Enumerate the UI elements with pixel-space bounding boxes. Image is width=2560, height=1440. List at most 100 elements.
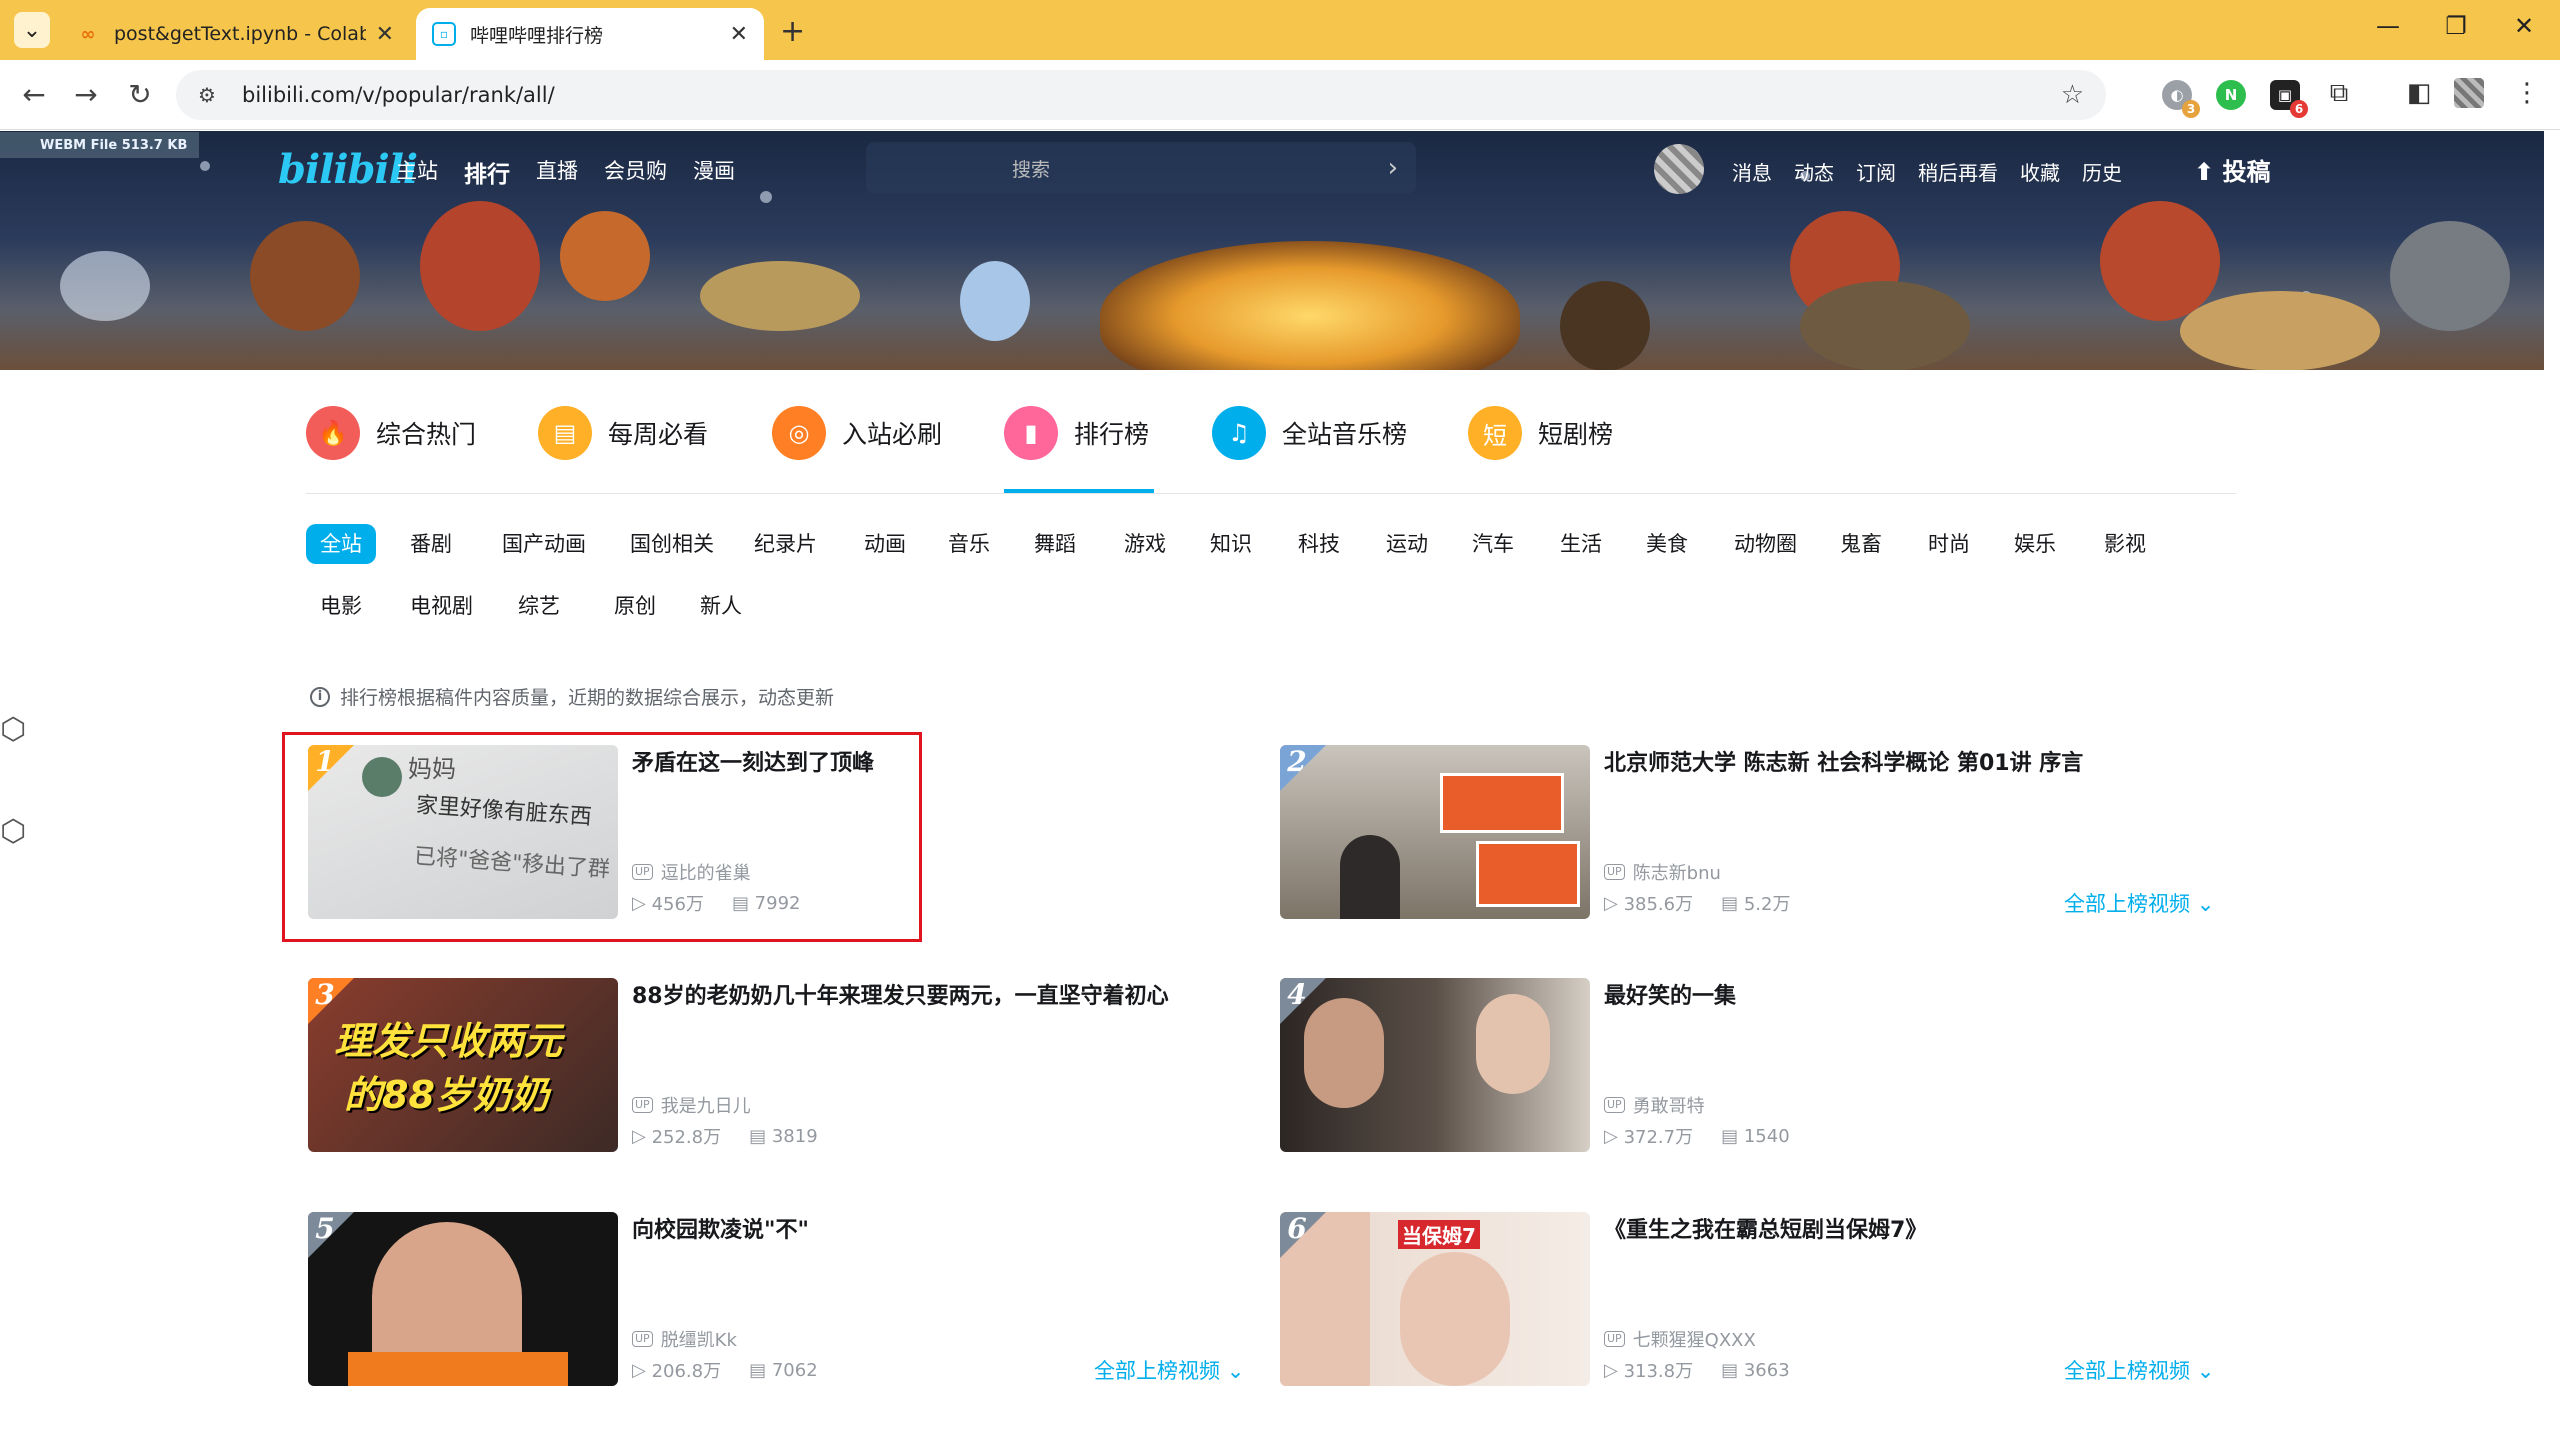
more-videos-link[interactable]: 全部上榜视频 ⌄ bbox=[2064, 1355, 2214, 1385]
video-thumbnail[interactable]: 4 bbox=[1280, 978, 1590, 1152]
video-thumbnail[interactable]: 理发只收两元 的88岁奶奶 3 bbox=[308, 978, 618, 1152]
back-arrow-icon[interactable]: ← bbox=[14, 78, 54, 111]
nav-shop[interactable]: 会员购 bbox=[604, 155, 667, 189]
channel-tab-rank[interactable]: ▮ 排行榜 bbox=[1004, 398, 1149, 468]
close-window-button[interactable]: ✕ bbox=[2504, 12, 2544, 40]
category-pill[interactable]: 动物圈 bbox=[1720, 524, 1811, 564]
category-pill[interactable]: 汽车 bbox=[1458, 524, 1528, 564]
browser-toolbar: ← → ↻ ⚙ bilibili.com/v/popular/rank/all/… bbox=[0, 60, 2560, 130]
rank-item[interactable]: 5 向校园欺凌说"不" UP 脱缰凯Kk ▷ 206.8万 ▤ 7062 全部上榜视… bbox=[308, 1212, 1268, 1392]
video-thumbnail[interactable]: 当保姆7 6 bbox=[1280, 1212, 1590, 1386]
category-pill[interactable]: 原创 bbox=[600, 586, 670, 626]
minimize-button[interactable]: — bbox=[2368, 12, 2408, 40]
category-pill[interactable]: 动画 bbox=[850, 524, 920, 564]
channel-tab-musts[interactable]: ◎ 入站必刷 bbox=[772, 398, 942, 468]
nav-history[interactable]: 历史 bbox=[2082, 157, 2122, 186]
nav-home[interactable]: 主站 bbox=[396, 155, 438, 189]
video-title[interactable]: 北京师范大学 陈志新 社会科学概论 第01讲 序言 bbox=[1604, 749, 2224, 779]
category-pill[interactable]: 国创相关 bbox=[616, 524, 728, 564]
search-box[interactable]: 搜索 › bbox=[866, 142, 1416, 194]
video-thumbnail[interactable]: 2 bbox=[1280, 745, 1590, 919]
nav-live[interactable]: 直播 bbox=[536, 155, 578, 189]
category-pill[interactable]: 电视剧 bbox=[396, 586, 487, 626]
extension-icon[interactable]: ◐ 3 bbox=[2162, 80, 2200, 118]
nav-dynamics[interactable]: 动态 bbox=[1794, 157, 1834, 186]
channel-tab-weekly[interactable]: ▤ 每周必看 bbox=[538, 398, 708, 468]
video-title[interactable]: 88岁的老奶奶几十年来理发只要两元，一直坚守着初心 bbox=[632, 982, 1252, 1012]
side-hexagon-icon[interactable]: ⬡ bbox=[0, 712, 26, 747]
bookmark-star-icon[interactable]: ☆ bbox=[2061, 80, 2084, 110]
tab-bilibili[interactable]: ▫ 哔哩哔哩排行榜 ✕ bbox=[416, 8, 764, 60]
tab-close-icon[interactable]: ✕ bbox=[730, 22, 748, 47]
nav-favorites[interactable]: 收藏 bbox=[2020, 157, 2060, 186]
category-pill[interactable]: 新人 bbox=[686, 586, 756, 626]
user-avatar[interactable] bbox=[1654, 144, 1704, 194]
tab-colab[interactable]: ∞ post&getText.ipynb - Colaborat ✕ bbox=[60, 8, 410, 60]
tab-search-dropdown[interactable]: ⌄ bbox=[14, 12, 50, 48]
forward-arrow-icon[interactable]: → bbox=[66, 78, 106, 111]
nav-manga[interactable]: 漫画 bbox=[693, 155, 735, 189]
category-pill[interactable]: 综艺 bbox=[504, 586, 574, 626]
site-info-icon[interactable]: ⚙ bbox=[198, 83, 228, 107]
category-pill[interactable]: 国产动画 bbox=[488, 524, 600, 564]
category-pill[interactable]: 纪录片 bbox=[740, 524, 831, 564]
video-thumbnail[interactable]: 5 bbox=[308, 1212, 618, 1386]
up-tag-icon: UP bbox=[1604, 1331, 1625, 1347]
category-pill[interactable]: 番剧 bbox=[396, 524, 466, 564]
new-tab-button[interactable]: + bbox=[780, 14, 805, 49]
up-info[interactable]: UP 陈志新bnu bbox=[1604, 859, 1721, 885]
rank-item[interactable]: 当保姆7 6 《重生之我在霸总短剧当保姆7》 UP 七颗猩猩QXXX ▷ 313.… bbox=[1280, 1212, 2240, 1392]
category-pill[interactable]: 电影 bbox=[306, 586, 376, 626]
nav-watch-later[interactable]: 稍后再看 bbox=[1918, 157, 1998, 186]
reload-icon[interactable]: ↻ bbox=[120, 78, 160, 111]
channel-tab-music[interactable]: ♫ 全站音乐榜 bbox=[1212, 398, 1407, 468]
category-pill[interactable]: 知识 bbox=[1196, 524, 1266, 564]
nav-rank[interactable]: 排行 bbox=[464, 155, 510, 189]
view-count: 313.8万 bbox=[1623, 1361, 1694, 1382]
play-icon: ▷ bbox=[632, 1359, 652, 1381]
tab-close-icon[interactable]: ✕ bbox=[376, 22, 394, 47]
channel-tab-short[interactable]: 短 短剧榜 bbox=[1468, 398, 1613, 468]
channel-tab-label: 短剧榜 bbox=[1538, 420, 1614, 449]
category-pill[interactable]: 运动 bbox=[1372, 524, 1442, 564]
category-pill[interactable]: 全站 bbox=[306, 524, 376, 564]
category-pill[interactable]: 影视 bbox=[2090, 524, 2160, 564]
video-title[interactable]: 最好笑的一集 bbox=[1604, 982, 2224, 1012]
up-info[interactable]: UP 脱缰凯Kk bbox=[632, 1326, 737, 1352]
puzzle-extensions-icon[interactable]: ⧉ bbox=[2322, 78, 2356, 109]
rank-item[interactable]: 4 最好笑的一集 UP 勇敢哥特 ▷ 372.7万 ▤ 1540 bbox=[1280, 978, 2240, 1158]
view-count: 206.8万 bbox=[651, 1361, 722, 1382]
category-pill[interactable]: 鬼畜 bbox=[1826, 524, 1896, 564]
menu-kebab-icon[interactable]: ⋮ bbox=[2510, 78, 2544, 108]
category-pill[interactable]: 娱乐 bbox=[2000, 524, 2070, 564]
up-info[interactable]: UP 勇敢哥特 bbox=[1604, 1092, 1705, 1118]
channel-tab-hot[interactable]: 🔥 综合热门 bbox=[306, 398, 476, 468]
up-info[interactable]: UP 我是九日儿 bbox=[632, 1092, 751, 1118]
category-pill[interactable]: 时尚 bbox=[1914, 524, 1984, 564]
search-arrow-icon[interactable]: › bbox=[1388, 153, 1398, 183]
category-pill[interactable]: 美食 bbox=[1632, 524, 1702, 564]
category-pill[interactable]: 游戏 bbox=[1110, 524, 1180, 564]
profile-icon[interactable] bbox=[2454, 78, 2484, 108]
sidebar-icon[interactable]: ◧ bbox=[2402, 78, 2436, 108]
video-title[interactable]: 《重生之我在霸总短剧当保姆7》 bbox=[1604, 1216, 2224, 1246]
video-title[interactable]: 向校园欺凌说"不" bbox=[632, 1216, 1252, 1246]
upload-button[interactable]: ⬆ 投稿 bbox=[2194, 152, 2270, 187]
extension-n-icon[interactable]: N bbox=[2216, 80, 2246, 110]
thumb-caption: 理发只收两元 bbox=[334, 1019, 563, 1063]
side-hexagon-icon[interactable]: ⬡ bbox=[0, 814, 26, 849]
category-pill[interactable]: 科技 bbox=[1284, 524, 1354, 564]
rank-item[interactable]: 2 北京师范大学 陈志新 社会科学概论 第01讲 序言 UP 陈志新bnu ▷ 3… bbox=[1280, 745, 2240, 925]
nav-subscribe[interactable]: 订阅 bbox=[1856, 157, 1896, 186]
address-bar[interactable]: ⚙ bilibili.com/v/popular/rank/all/ ☆ bbox=[176, 70, 2106, 120]
restore-button[interactable]: ❐ bbox=[2436, 12, 2476, 40]
category-pill[interactable]: 音乐 bbox=[934, 524, 1004, 564]
extension-icon[interactable]: ▣ 6 bbox=[2270, 80, 2308, 118]
category-pill[interactable]: 舞蹈 bbox=[1020, 524, 1090, 564]
up-info[interactable]: UP 七颗猩猩QXXX bbox=[1604, 1326, 1756, 1352]
more-videos-link[interactable]: 全部上榜视频 ⌄ bbox=[2064, 888, 2214, 918]
rank-item[interactable]: 理发只收两元 的88岁奶奶 3 88岁的老奶奶几十年来理发只要两元，一直坚守着初… bbox=[308, 978, 1268, 1158]
more-videos-link[interactable]: 全部上榜视频 ⌄ bbox=[1094, 1355, 1244, 1385]
nav-messages[interactable]: 消息 bbox=[1732, 157, 1772, 186]
category-pill[interactable]: 生活 bbox=[1546, 524, 1616, 564]
